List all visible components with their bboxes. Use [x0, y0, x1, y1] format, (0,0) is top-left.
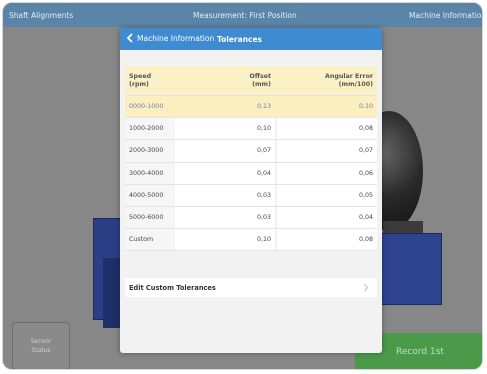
table-header: Speed (rpm) Offset (mm) Angular Error (m…	[125, 66, 377, 96]
nav-title: Measurement: First Position	[193, 11, 297, 20]
nav-machine-information[interactable]: Machine Information	[409, 11, 482, 20]
table-row[interactable]: Custom 0,10 0,08	[125, 229, 377, 252]
row-offset: 0,03	[175, 206, 275, 229]
popover-header: Machine Information Tolerances	[120, 28, 382, 50]
row-angular: 0,07	[277, 140, 377, 162]
machine-right-graphic	[378, 233, 442, 305]
row-offset: 0,04	[175, 162, 275, 184]
table-row[interactable]: 1000-2000 0,10 0,08	[125, 118, 377, 141]
tolerances-popover: Machine Information Tolerances Speed (rp…	[120, 28, 382, 353]
row-offset: 0,07	[175, 140, 275, 162]
chevron-left-icon	[126, 33, 133, 43]
row-speed: 4000-5000	[125, 184, 175, 206]
table-row[interactable]: 3000-4000 0,04 0,06	[125, 162, 377, 185]
row-speed: 5000-6000	[125, 206, 175, 229]
table-row[interactable]: 0000-1000 0,13 0,10	[125, 96, 377, 119]
row-angular: 0,05	[277, 184, 377, 206]
nav-shaft-alignments[interactable]: Shaft Alignments	[9, 11, 73, 20]
row-offset: 0,10	[175, 118, 275, 140]
row-speed: Custom	[125, 229, 175, 251]
row-speed: 3000-4000	[125, 162, 175, 184]
row-angular: 0,04	[277, 206, 377, 229]
tolerance-table: Speed (rpm) Offset (mm) Angular Error (m…	[125, 66, 377, 252]
row-angular: 0,10	[277, 96, 377, 118]
row-angular: 0,08	[277, 118, 377, 140]
chevron-right-icon	[364, 283, 369, 292]
row-offset: 0,13	[175, 96, 275, 118]
header-angular-error: Angular Error (mm/100)	[277, 66, 377, 95]
back-button[interactable]: Machine Information	[126, 33, 214, 43]
row-speed: 1000-2000	[125, 118, 175, 140]
header-speed: Speed (rpm)	[125, 66, 175, 95]
popover-title: Tolerances	[217, 35, 263, 44]
table-row[interactable]: 4000-5000 0,03 0,05	[125, 184, 377, 207]
app-frame: Shaft Alignments Measurement: First Posi…	[2, 2, 483, 370]
row-offset: 0,10	[175, 229, 275, 251]
row-angular: 0,06	[277, 162, 377, 184]
row-speed: 0000-1000	[125, 96, 175, 118]
row-speed: 2000-3000	[125, 140, 175, 162]
row-angular: 0,08	[277, 229, 377, 251]
edit-custom-tolerances-button[interactable]: Edit Custom Tolerances	[125, 278, 377, 297]
back-label: Machine Information	[137, 33, 215, 43]
edit-custom-tolerances-label: Edit Custom Tolerances	[129, 283, 216, 292]
table-row[interactable]: 5000-6000 0,03 0,04	[125, 206, 377, 230]
table-row[interactable]: 2000-3000 0,07 0,07	[125, 140, 377, 163]
row-offset: 0,03	[175, 184, 275, 206]
sensor-status-button[interactable]: Sensor Status	[12, 322, 70, 369]
header-offset: Offset (mm)	[175, 66, 275, 95]
top-navigation-bar: Shaft Alignments Measurement: First Posi…	[3, 3, 482, 27]
